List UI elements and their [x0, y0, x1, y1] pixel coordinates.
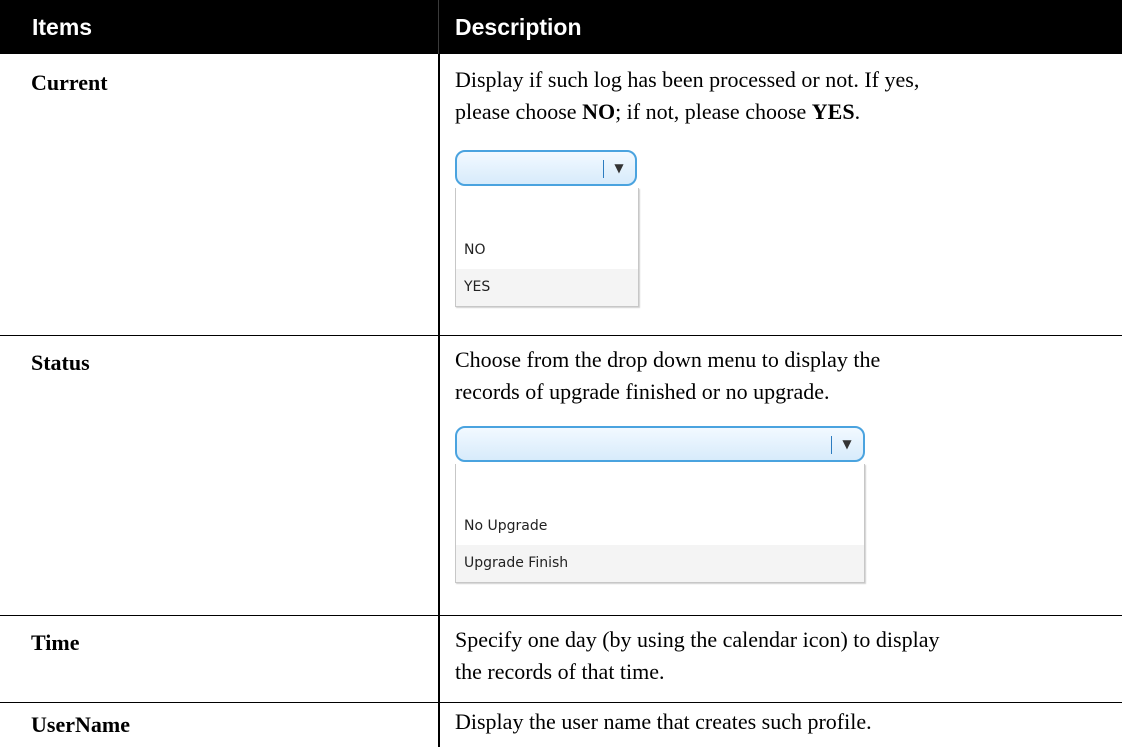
status-select[interactable]: ▼: [455, 426, 865, 462]
row-divider: [0, 615, 1122, 616]
select-divider: [603, 160, 604, 178]
header-divider: [438, 0, 439, 54]
chevron-down-icon[interactable]: ▼: [837, 428, 857, 460]
dropdown-option[interactable]: [456, 188, 638, 232]
column-divider: [438, 54, 440, 747]
description-line: Display the user name that creates such …: [455, 709, 872, 734]
description-line: Choose from the drop down menu to displa…: [455, 347, 881, 372]
row-divider: [0, 702, 1122, 703]
dropdown-option-no[interactable]: NO: [456, 232, 638, 269]
text-span: please choose: [455, 99, 583, 124]
description-line: the records of that time.: [455, 659, 665, 684]
description-time: Specify one day (by using the calendar i…: [455, 624, 1115, 688]
text-span: .: [854, 99, 861, 124]
item-label-current: Current: [31, 70, 108, 95]
dropdown-option-no-upgrade[interactable]: No Upgrade: [456, 508, 864, 545]
header-description: Description: [455, 14, 582, 40]
current-select[interactable]: ▼: [455, 150, 637, 186]
description-line: Display if such log has been processed o…: [455, 67, 920, 92]
status-options-list: No Upgrade Upgrade Finish: [455, 464, 865, 583]
description-line: Specify one day (by using the calendar i…: [455, 627, 940, 652]
item-label-status: Status: [31, 350, 90, 375]
row-divider: [0, 335, 1122, 336]
description-username: Display the user name that creates such …: [455, 706, 1115, 738]
chevron-down-icon[interactable]: ▼: [609, 152, 629, 184]
item-label-time: Time: [31, 630, 80, 655]
description-line: records of upgrade finished or no upgrad…: [455, 379, 830, 404]
dropdown-option[interactable]: [456, 464, 864, 508]
text-span: ; if not, please choose: [615, 99, 812, 124]
dropdown-option-upgrade-finish[interactable]: Upgrade Finish: [456, 545, 864, 582]
select-divider: [831, 436, 832, 454]
description-line: please choose NO; if not, please choose …: [455, 96, 1115, 128]
description-current: Display if such log has been processed o…: [455, 64, 1115, 128]
description-status: Choose from the drop down menu to displa…: [455, 344, 1115, 408]
current-options-list: NO YES: [455, 188, 639, 307]
item-label-username: UserName: [31, 712, 130, 737]
dropdown-option-yes[interactable]: YES: [456, 269, 638, 306]
header-items: Items: [32, 14, 93, 40]
bold-no: NO: [582, 99, 616, 124]
bold-yes: YES: [811, 99, 855, 124]
table-header: Items Description: [0, 0, 1122, 54]
